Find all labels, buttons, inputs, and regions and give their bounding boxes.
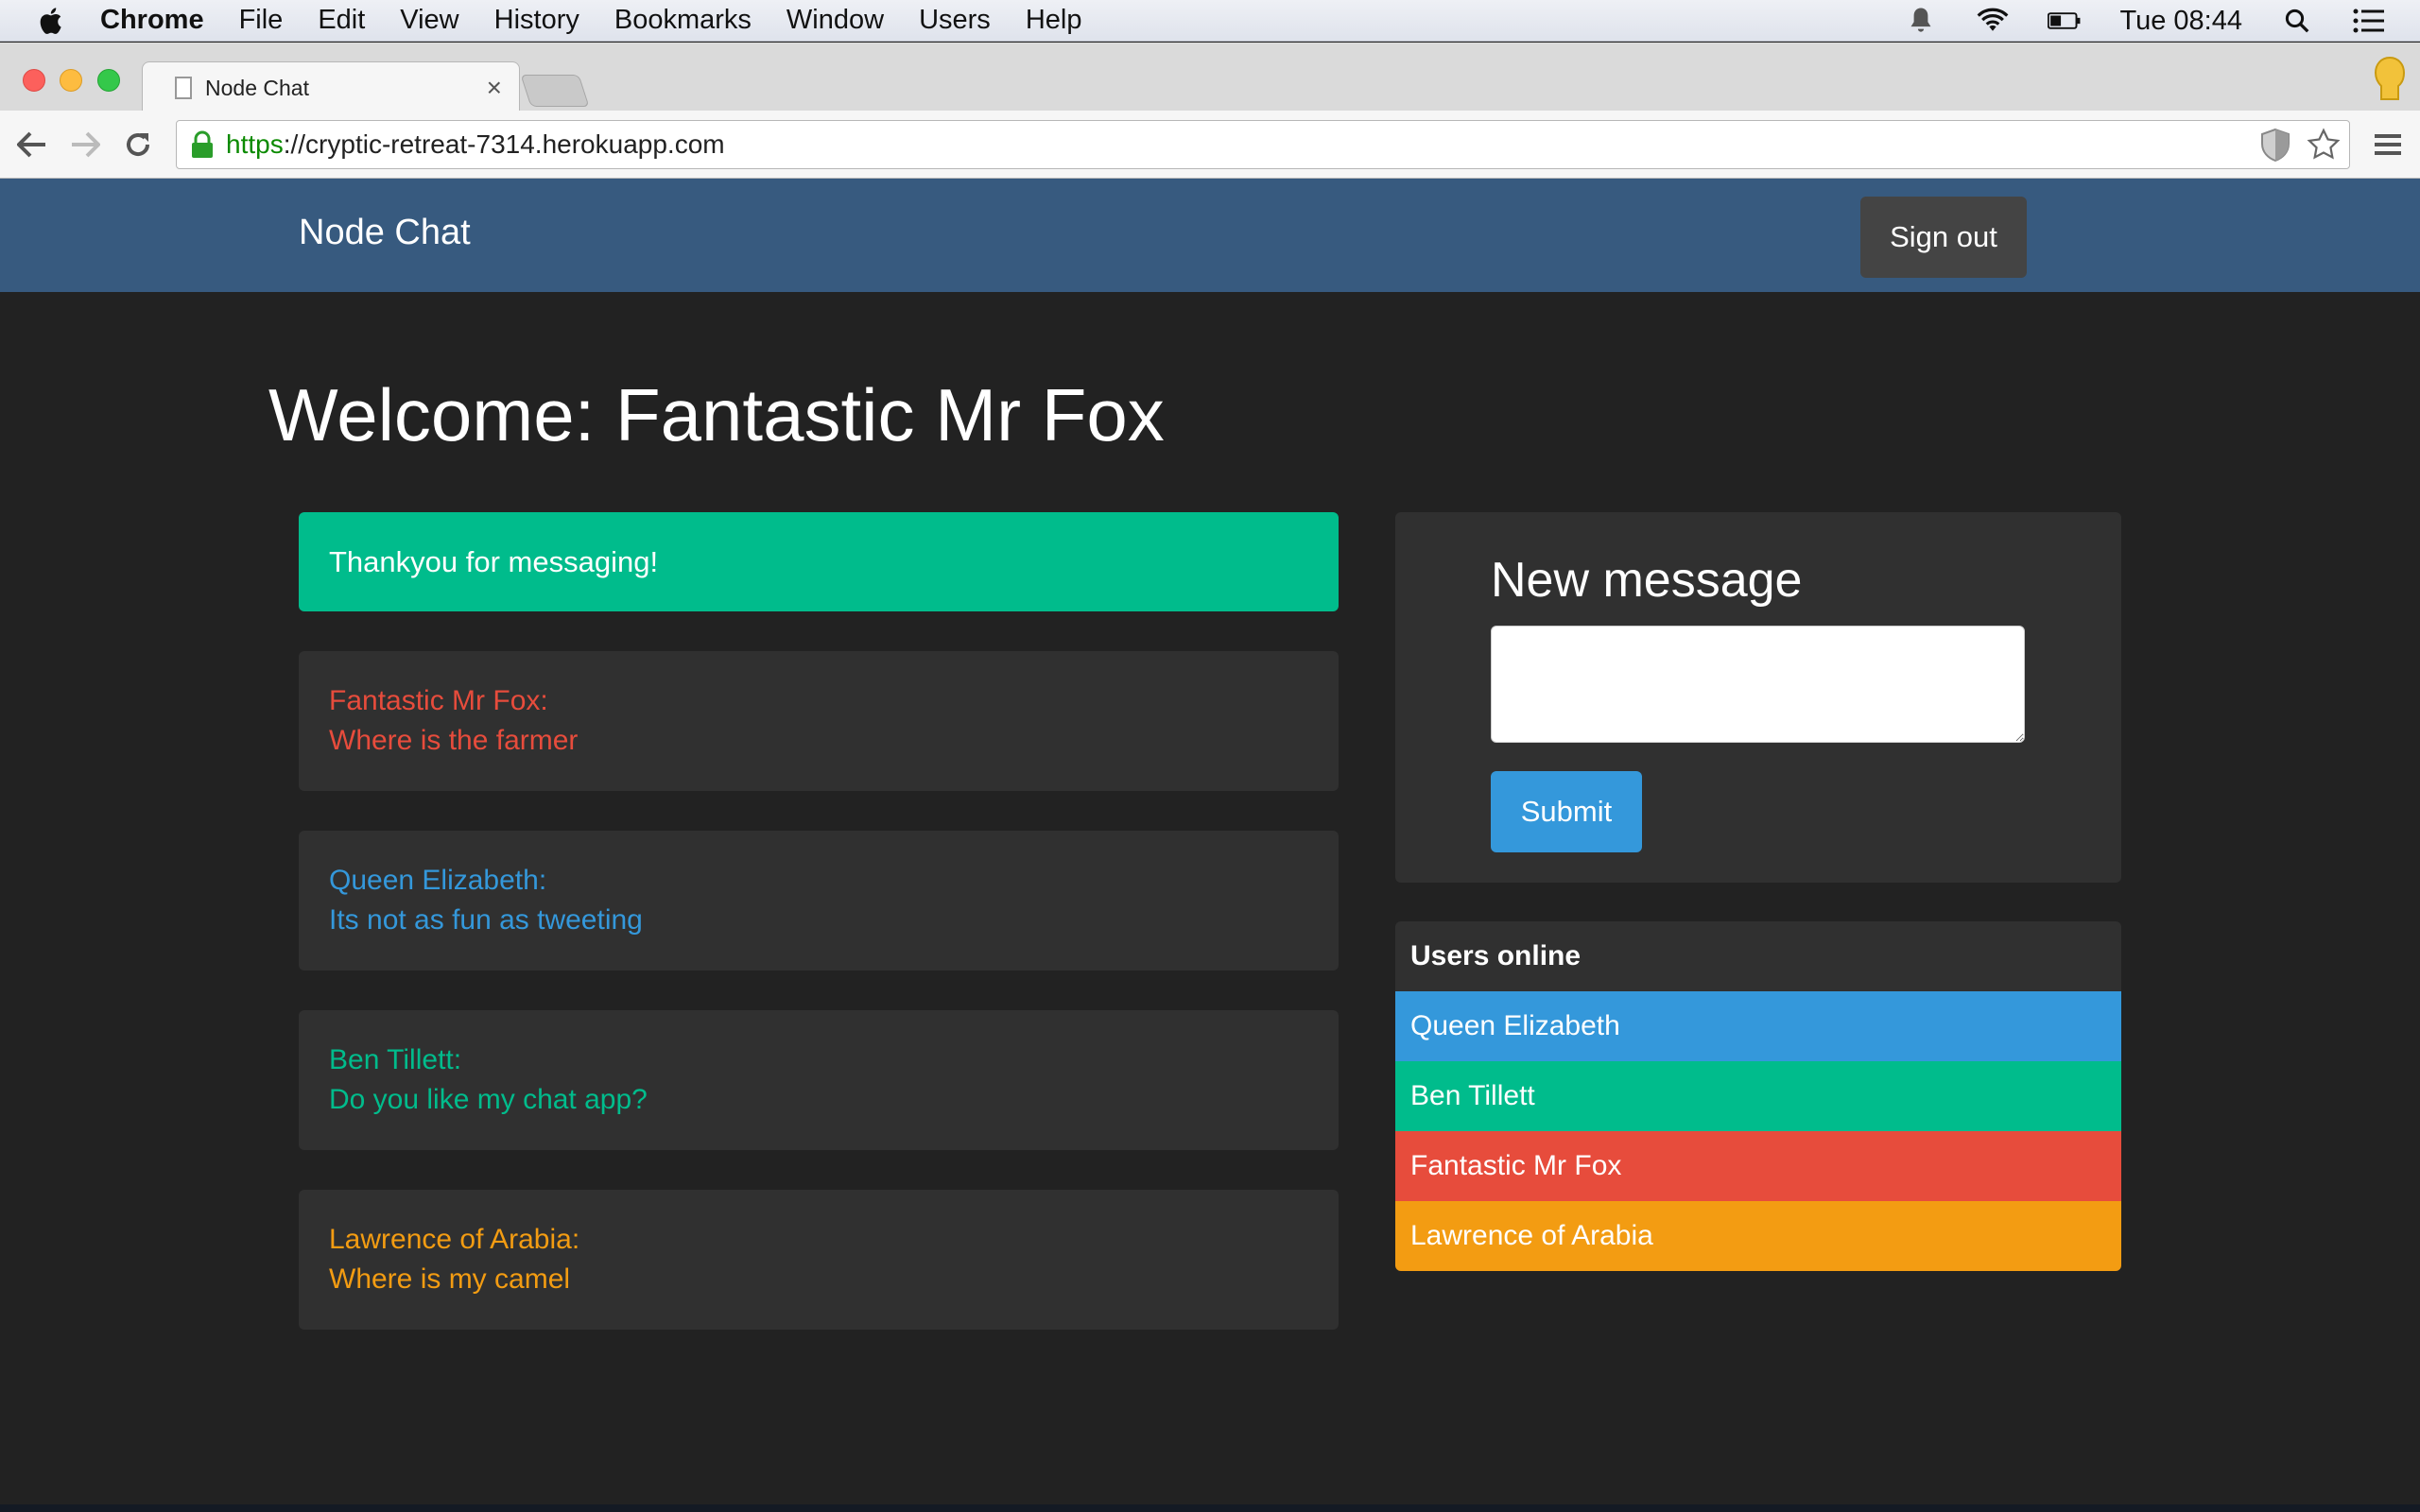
menu-users[interactable]: Users (919, 5, 991, 36)
notification-center-icon[interactable] (2352, 4, 2386, 38)
tab-title: Node Chat (205, 75, 309, 100)
lock-icon (192, 130, 213, 158)
battery-icon[interactable] (2048, 4, 2082, 38)
back-arrow-icon[interactable] (15, 128, 49, 162)
new-message-title: New message (1491, 553, 1803, 608)
user-list-item[interactable]: Ben Tillett (1395, 1061, 2121, 1131)
message-text: Its not as fun as tweeting (329, 904, 643, 936)
menu-history[interactable]: History (494, 5, 579, 36)
url-scheme: https (226, 129, 284, 159)
message-author: Ben Tillett: (329, 1044, 462, 1075)
user-list-item[interactable]: Lawrence of Arabia (1395, 1201, 2121, 1271)
message-text: Where is my camel (329, 1263, 571, 1295)
message-author: Fantastic Mr Fox: (329, 685, 548, 716)
menu-view[interactable]: View (400, 5, 458, 36)
reload-icon[interactable] (121, 128, 155, 162)
message-author: Lawrence of Arabia: (329, 1224, 580, 1255)
alert-text: Thankyou for messaging! (329, 544, 659, 578)
success-alert: Thankyou for messaging! (299, 512, 1339, 611)
message-card: Queen Elizabeth: Its not as fun as tweet… (299, 831, 1339, 971)
browser-tab-strip: Node Chat × (0, 43, 2420, 113)
menubar-clock[interactable]: Tue 08:44 (2119, 6, 2242, 37)
message-text: Where is the farmer (329, 725, 579, 756)
new-tab-button[interactable] (520, 75, 590, 107)
menu-bookmarks[interactable]: Bookmarks (614, 5, 752, 36)
user-list-item[interactable]: Queen Elizabeth (1395, 991, 2121, 1061)
menu-chrome[interactable]: Chrome (100, 5, 204, 36)
navbar-brand[interactable]: Node Chat (299, 213, 471, 253)
users-online-panel: Users online Queen Elizabeth Ben Tillett… (1395, 921, 2121, 1271)
message-text: Do you like my chat app? (329, 1084, 648, 1115)
window-close-button[interactable] (23, 69, 45, 92)
notification-bell-icon[interactable] (1904, 4, 1938, 38)
sign-out-button[interactable]: Sign out (1860, 197, 2027, 278)
spotlight-search-icon[interactable] (2280, 4, 2314, 38)
user-list-item[interactable]: Fantastic Mr Fox (1395, 1131, 2121, 1201)
message-card: Ben Tillett: Do you like my chat app? (299, 1010, 1339, 1150)
new-message-panel: New message Submit (1395, 512, 2121, 883)
app-navbar: Node Chat Sign out (0, 179, 2420, 292)
macos-menu-bar: Chrome File Edit View History Bookmarks … (0, 0, 2420, 42)
window-zoom-button[interactable] (97, 69, 120, 92)
message-input[interactable] (1491, 626, 2025, 743)
status-area: Tue 08:44 (1904, 0, 2386, 42)
users-online-title: Users online (1410, 940, 1582, 971)
chrome-menu-icon[interactable] (2373, 129, 2403, 160)
menu-help[interactable]: Help (1026, 5, 1082, 36)
url-host: ://cryptic-retreat-7314.herokuapp.com (283, 129, 725, 159)
menu-edit[interactable]: Edit (318, 5, 365, 36)
wifi-icon[interactable] (1976, 4, 2010, 38)
shield-icon[interactable] (2258, 127, 2292, 163)
omnibox-actions (2258, 127, 2342, 163)
bookmark-star-icon[interactable] (2306, 127, 2342, 163)
submit-button[interactable]: Submit (1491, 771, 1642, 852)
forward-arrow-icon[interactable] (68, 128, 102, 162)
apple-icon[interactable] (36, 5, 68, 37)
web-page: Node Chat Sign out Welcome: Fantastic Mr… (0, 179, 2420, 1512)
profile-avatar-icon[interactable] (2369, 54, 2411, 107)
address-bar[interactable]: https ://cryptic-retreat-7314.herokuapp.… (176, 120, 2350, 169)
window-minimize-button[interactable] (60, 69, 82, 92)
message-card: Lawrence of Arabia: Where is my camel (299, 1190, 1339, 1330)
window-bottom-edge (0, 1504, 2420, 1512)
message-author: Queen Elizabeth: (329, 865, 547, 896)
menu-window[interactable]: Window (786, 5, 884, 36)
browser-toolbar: https ://cryptic-retreat-7314.herokuapp.… (0, 111, 2420, 179)
page-icon (175, 77, 192, 99)
tab-close-icon[interactable]: × (487, 73, 502, 103)
menu-file[interactable]: File (239, 5, 284, 36)
browser-tab-active[interactable]: Node Chat × (142, 61, 520, 113)
page-title: Welcome: Fantastic Mr Fox (268, 373, 1165, 456)
message-card: Fantastic Mr Fox: Where is the farmer (299, 651, 1339, 791)
